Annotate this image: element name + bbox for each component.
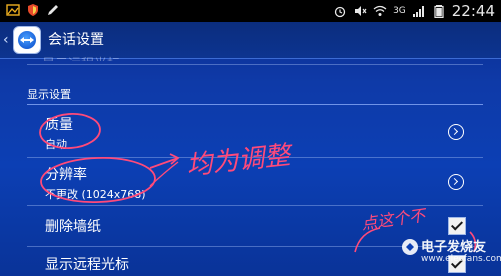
shield-icon (28, 4, 38, 16)
watermark-url: www.elecfans.com (421, 254, 501, 264)
network-type-label: 3G (393, 6, 406, 16)
chevron-right-icon[interactable] (448, 124, 464, 140)
setting-title: 质量 (45, 117, 73, 133)
back-chevron-icon[interactable]: ‹ (3, 32, 9, 48)
page-title: 会话设置 (48, 32, 104, 48)
wifi-icon (373, 5, 387, 16)
setting-subtitle: 自动 (45, 138, 67, 151)
teamviewer-app-icon[interactable] (13, 26, 41, 54)
pencil-icon (48, 5, 58, 15)
watermark: 电子发烧友 www.elecfans.com (401, 234, 501, 274)
setting-title: 分辨率 (45, 167, 87, 183)
battery-icon (434, 5, 444, 18)
chevron-right-icon[interactable] (448, 174, 464, 190)
picture-icon (6, 4, 20, 16)
clock: 22:44 (451, 2, 495, 20)
mute-icon (355, 6, 367, 16)
section-header: 显示设置 (27, 88, 71, 101)
setting-title: 显示远程光标 (45, 257, 129, 273)
checkbox[interactable] (448, 217, 466, 235)
signal-icon (412, 6, 424, 17)
watermark-logo-icon (402, 239, 418, 255)
watermark-title: 电子发烧友 (421, 240, 487, 255)
setting-title: 删除墙纸 (45, 219, 101, 235)
faded-list-item: 显示远程光标 (42, 53, 120, 61)
setting-subtitle: 不更改 (1024x768) (45, 188, 146, 201)
row-divider (27, 64, 483, 65)
alarm-icon (334, 6, 346, 18)
section-divider (27, 104, 483, 105)
status-bar: 3G 22:44 (0, 0, 501, 22)
